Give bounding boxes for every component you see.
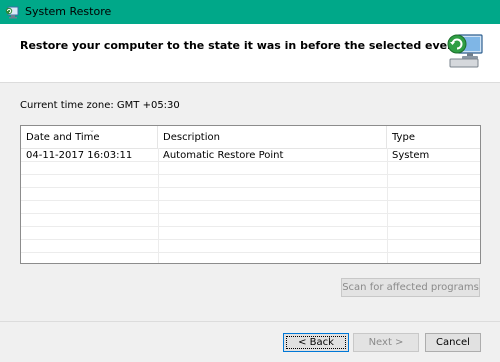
system-restore-window: System Restore Restore your computer to …: [0, 0, 500, 362]
focus-rectangle: [286, 336, 346, 349]
scan-affected-programs-button[interactable]: Scan for affected programs: [341, 278, 480, 297]
sort-indicator-icon: ⌄: [89, 126, 95, 134]
timezone-label: Current time zone: GMT +05:30: [20, 100, 180, 111]
system-restore-icon: [447, 34, 483, 68]
system-restore-icon: [5, 6, 19, 19]
table-row-empty: [21, 188, 480, 201]
table-row-empty: [21, 175, 480, 188]
table-row-empty: [21, 227, 480, 240]
cancel-button[interactable]: Cancel: [425, 333, 481, 352]
restore-points-table[interactable]: ⌄ Date and Time Description Type 04-11-2…: [20, 125, 481, 264]
title-bar[interactable]: System Restore: [0, 0, 500, 24]
cell-type: System: [392, 150, 430, 161]
window-title: System Restore: [25, 5, 112, 18]
column-header-description[interactable]: Description: [158, 126, 387, 148]
table-row[interactable]: 04-11-2017 16:03:11 Automatic Restore Po…: [21, 149, 480, 162]
table-row-empty: [21, 214, 480, 227]
dialog-header: Restore your computer to the state it wa…: [0, 24, 500, 82]
table-header: ⌄ Date and Time Description Type: [21, 126, 480, 149]
cell-description: Automatic Restore Point: [163, 150, 284, 161]
next-button[interactable]: Next >: [353, 333, 419, 352]
table-row-empty: [21, 240, 480, 253]
column-header-type[interactable]: Type: [387, 126, 480, 148]
page-title: Restore your computer to the state it wa…: [20, 39, 461, 52]
table-row-empty: [21, 201, 480, 214]
back-button[interactable]: < Back: [283, 333, 349, 352]
cell-date: 04-11-2017 16:03:11: [26, 150, 133, 161]
column-header-date[interactable]: ⌄ Date and Time: [21, 126, 158, 148]
table-row-empty: [21, 162, 480, 175]
